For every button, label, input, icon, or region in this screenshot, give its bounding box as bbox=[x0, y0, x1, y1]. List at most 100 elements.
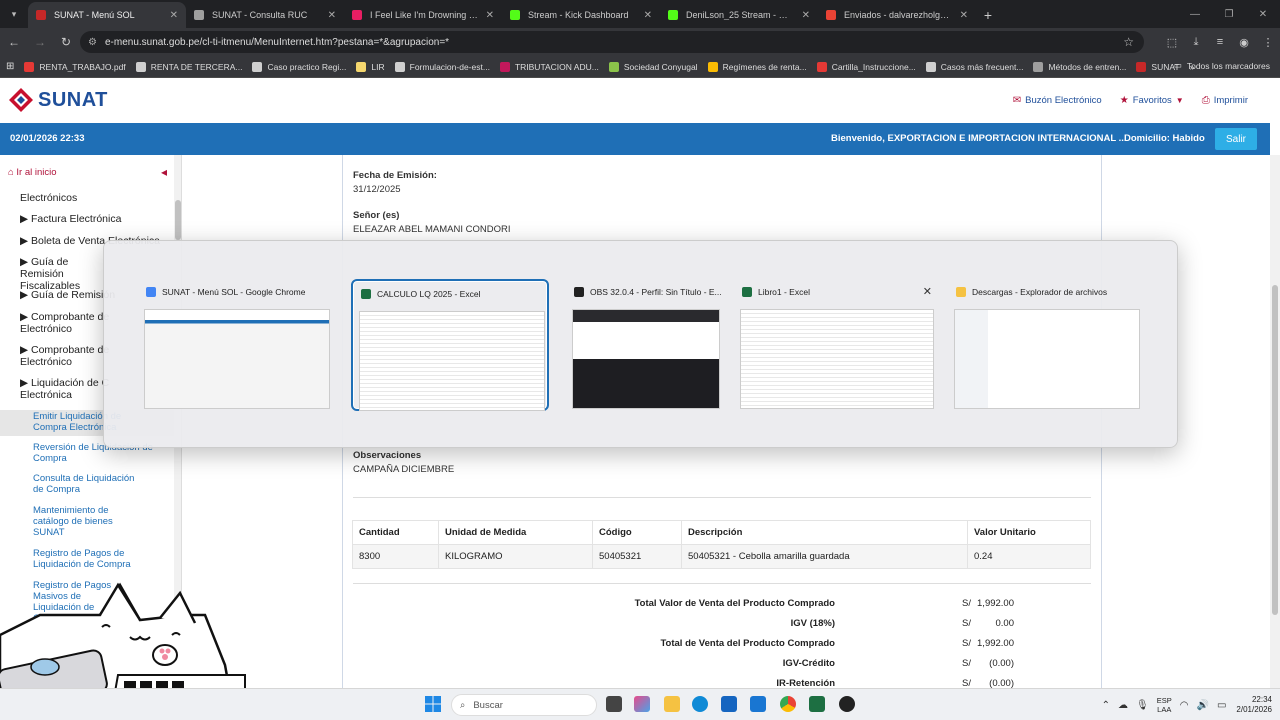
back-icon[interactable]: ← bbox=[2, 30, 26, 54]
submenu-registro-pagos[interactable]: Registro de Pagos de Liquidación de Comp… bbox=[33, 548, 133, 570]
network-status-icon[interactable]: ☁ bbox=[1118, 700, 1128, 711]
battery-icon[interactable]: ▭ bbox=[1217, 700, 1226, 711]
bookmark-item[interactable]: Cartilla_Instruccione... bbox=[816, 61, 916, 72]
menu-item-liquidacion[interactable]: ▶ Liquidación de C Electrónica bbox=[20, 377, 110, 401]
tab-search-icon[interactable]: ▾ bbox=[0, 0, 28, 28]
task-view-icon[interactable] bbox=[606, 696, 622, 712]
submenu-registro-masivos[interactable]: Registro de Pagos Masivos de Liquidación… bbox=[33, 580, 115, 624]
browser-tab[interactable]: SUNAT - Menú SOL ✕ bbox=[28, 2, 186, 28]
menu-item-comprobante-1[interactable]: ▶ Comprobante de Electrónico bbox=[20, 311, 110, 335]
window-thumbnail bbox=[954, 309, 1140, 409]
reload-icon[interactable]: ↻ bbox=[54, 30, 78, 54]
windows-start-icon[interactable] bbox=[425, 696, 441, 712]
switcher-window-card[interactable]: CALCULO LQ 2025 - Excel bbox=[351, 279, 549, 411]
submenu-mantenimiento[interactable]: Mantenimiento de catálogo de bienes SUNA… bbox=[33, 505, 123, 538]
cell-valor-unitario: 0.24 bbox=[967, 544, 1091, 569]
edge-icon[interactable] bbox=[692, 696, 708, 712]
bookmark-item[interactable]: Métodos de entren... bbox=[1033, 61, 1127, 72]
tab-close-icon[interactable]: ✕ bbox=[170, 10, 178, 21]
bookmark-item[interactable]: LIR bbox=[356, 61, 385, 72]
url-text[interactable]: e-menu.sunat.gob.pe/cl-ti-itmenu/MenuInt… bbox=[105, 37, 1123, 48]
total-currency: S/ bbox=[962, 618, 971, 629]
browser-tab[interactable]: Stream - Kick Dashboard ✕ bbox=[502, 2, 660, 28]
menu-item-electronicos[interactable]: Electrónicos bbox=[20, 192, 170, 204]
menu-item-comprobante-2[interactable]: ▶ Comprobante de Electrónico bbox=[20, 344, 110, 368]
microphone-icon[interactable]: 🎙 bbox=[1136, 700, 1149, 711]
browser-tab[interactable]: SUNAT - Consulta RUC ✕ bbox=[186, 2, 344, 28]
close-window-icon[interactable]: ✕ bbox=[1246, 0, 1280, 28]
bookmark-item[interactable]: RENTA DE TERCERA... bbox=[135, 61, 242, 72]
taskbar-search-input[interactable]: ⌕ Buscar bbox=[451, 694, 597, 716]
profile-icon[interactable]: ◉ bbox=[1232, 30, 1256, 54]
submenu-emitir-otro[interactable]: Emitir Liquidación de Compra bbox=[33, 623, 115, 645]
salir-button[interactable]: Salir bbox=[1215, 128, 1257, 150]
bookmark-item[interactable]: RENTA_TRABAJO.pdf bbox=[24, 61, 126, 72]
bookmark-label: Métodos de entren... bbox=[1048, 61, 1127, 72]
forward-icon[interactable]: → bbox=[28, 30, 52, 54]
explorer-app-icon bbox=[956, 287, 966, 297]
tab-close-icon[interactable]: ✕ bbox=[328, 10, 336, 21]
browser-tab[interactable]: DeniLson_25 Stream - Watch Li ✕ bbox=[660, 2, 818, 28]
language-indicator[interactable]: ESP LAA bbox=[1157, 696, 1172, 714]
switcher-window-card[interactable]: SUNAT - Menú SOL - Google Chrome bbox=[138, 279, 336, 411]
apps-grid-icon[interactable]: ⊞ bbox=[6, 61, 14, 72]
file-explorer-icon[interactable] bbox=[664, 696, 680, 712]
buzon-electronico-link[interactable]: ✉ Buzón Electrónico bbox=[1013, 95, 1102, 106]
col-codigo: Código bbox=[592, 520, 682, 545]
chrome-app-icon bbox=[146, 287, 156, 297]
switcher-window-card[interactable]: OBS 32.0.4 - Perfil: Sin Título - E... bbox=[566, 279, 726, 411]
switcher-window-card[interactable]: Libro1 - Excel ✕ bbox=[734, 279, 940, 411]
page-scrollbar[interactable] bbox=[1270, 155, 1280, 688]
close-window-icon[interactable]: ✕ bbox=[923, 285, 932, 298]
restore-icon[interactable]: ❐ bbox=[1212, 0, 1246, 28]
bookmark-item[interactable]: Sociedad Conyugal bbox=[608, 61, 698, 72]
volume-icon[interactable]: 🔊 bbox=[1197, 700, 1209, 711]
bookmark-item[interactable]: Formulacion-de-est... bbox=[394, 61, 490, 72]
page-scroll-thumb[interactable] bbox=[1272, 285, 1278, 615]
tab-close-icon[interactable]: ✕ bbox=[802, 10, 810, 21]
outlook-icon[interactable] bbox=[750, 696, 766, 712]
tab-close-icon[interactable]: ✕ bbox=[644, 10, 652, 21]
copilot-icon[interactable] bbox=[634, 696, 650, 712]
chrome-icon[interactable] bbox=[780, 696, 796, 712]
site-info-icon[interactable]: ⚙ bbox=[88, 37, 97, 48]
collapse-sidebar-icon[interactable]: ◂ bbox=[161, 165, 167, 179]
excel-app-icon bbox=[361, 289, 371, 299]
window-thumbnail bbox=[740, 309, 934, 409]
all-bookmarks-folder[interactable]: ▭ Todos los marcadores bbox=[1174, 60, 1270, 71]
card-header: Descargas - Explorador de archivos bbox=[956, 287, 1131, 297]
bookmark-star-icon[interactable]: ☆ bbox=[1123, 35, 1134, 49]
total-amount: 1,992.00 bbox=[977, 598, 1014, 609]
favoritos-dropdown[interactable]: ★ Favoritos ▼ bbox=[1120, 95, 1184, 106]
obs-icon[interactable] bbox=[839, 696, 855, 712]
bookmark-item[interactable]: Caso practico Regi... bbox=[252, 61, 346, 72]
excel-icon[interactable] bbox=[809, 696, 825, 712]
observaciones-label: Observaciones bbox=[353, 450, 422, 461]
submenu-consulta[interactable]: Consulta de Liquidación de Compra bbox=[33, 473, 138, 495]
browser-tab[interactable]: I Feel Like I'm Drowning - Y ✕ bbox=[344, 2, 502, 28]
imprimir-link[interactable]: ⎙ Imprimir bbox=[1202, 95, 1248, 106]
menu-item-factura[interactable]: ▶ Factura Electrónica bbox=[20, 213, 170, 225]
sunat-logo[interactable]: SUNAT bbox=[8, 87, 108, 113]
address-bar[interactable]: ⚙ e-menu.sunat.gob.pe/cl-ti-itmenu/MenuI… bbox=[80, 31, 1144, 53]
bookmark-item[interactable]: TRIBUTACION ADU... bbox=[499, 61, 599, 72]
menu-kebab-icon[interactable]: ⋮ bbox=[1256, 30, 1280, 54]
minimize-icon[interactable]: — bbox=[1178, 0, 1212, 28]
switcher-window-card[interactable]: Descargas - Explorador de archivos bbox=[948, 279, 1146, 411]
tab-close-icon[interactable]: ✕ bbox=[486, 10, 494, 21]
tab-close-icon[interactable]: ✕ bbox=[960, 10, 968, 21]
extensions-icon[interactable]: ⬚ bbox=[1160, 30, 1184, 54]
download-icon[interactable]: ⤓ bbox=[1184, 30, 1208, 54]
menu-item-guia-fiscalizables[interactable]: ▶ Guía de Remisión Fiscalizables bbox=[20, 256, 110, 292]
chevron-up-icon[interactable]: ⌃ bbox=[1102, 700, 1110, 711]
bookmark-item[interactable]: Casos más frecuent... bbox=[925, 61, 1023, 72]
bookmark-item[interactable]: Regímenes de renta... bbox=[707, 61, 807, 72]
ir-al-inicio-link[interactable]: ⌂ Ir al inicio bbox=[8, 167, 57, 178]
sidebar-scroll-thumb[interactable] bbox=[175, 200, 181, 240]
wifi-icon[interactable]: ◠ bbox=[1180, 700, 1189, 711]
new-tab-button[interactable]: + bbox=[976, 2, 1000, 28]
taskbar-clock[interactable]: 22:34 2/01/2026 bbox=[1236, 695, 1272, 715]
browser-tab[interactable]: Enviados - dalvarezholguin.25 ✕ bbox=[818, 2, 976, 28]
media-icon[interactable]: ≡ bbox=[1208, 30, 1232, 54]
store-icon[interactable] bbox=[721, 696, 737, 712]
